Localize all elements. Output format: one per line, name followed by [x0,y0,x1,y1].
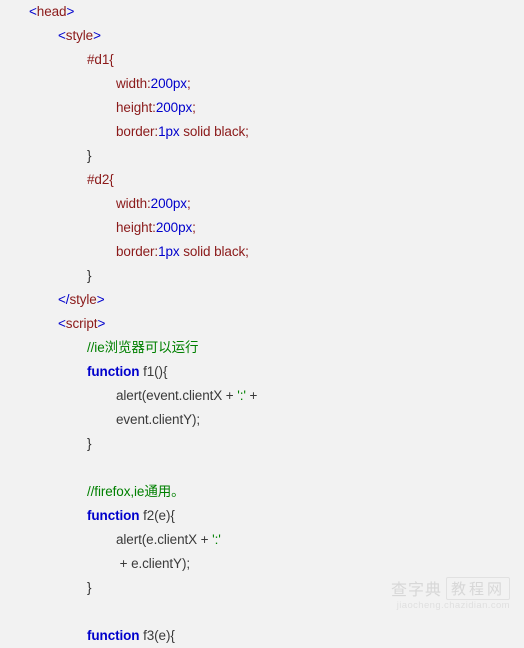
code-token-tag: script [65,316,98,331]
code-line: <head> [0,0,524,24]
code-token-plain: + e.clientY); [116,556,191,571]
code-token-tag: style [69,292,97,307]
code-token-keyword: function [87,364,140,379]
code-token-plain: event.clientY); [116,412,201,427]
code-token-punct: > [97,316,106,331]
code-token-string: ':' [237,388,246,403]
code-token-value: 200px [155,100,193,115]
code-token-brace: } [87,148,92,163]
code-token-value: 200px [150,76,187,91]
code-listing: <head> <style> #d1{width:200px; height:200p… [0,0,524,643]
code-token-comment: //firefox,ie通用。 [87,484,185,499]
code-token-plain: f2(e){ [139,508,175,523]
code-token-value: 200px [150,196,187,211]
code-line: + e.clientY); [0,552,524,576]
code-line: function f2(e){ [0,504,524,528]
code-token-punct: < [58,28,66,43]
code-token-prop: width: [116,76,151,91]
code-token-brace: } [87,268,92,283]
code-line: //ie浏览器可以运行 [0,336,524,360]
code-token-value: 1px [158,124,180,139]
code-token-value: 1px [158,244,180,259]
code-token-prop: ; [186,76,191,91]
code-token-punct: < [58,316,66,331]
code-token-brace: } [87,580,92,595]
code-token-brace: } [87,436,92,451]
code-token-punct: > [93,28,101,43]
code-line: width:200px; [0,72,524,96]
code-token-value: 200px [155,220,193,235]
code-token-punct: > [96,292,105,307]
code-token-prop: ; [186,196,191,211]
code-line: } [0,144,524,168]
code-line: alert(event.clientX + ':' + [0,384,524,408]
code-line: //firefox,ie通用。 [0,480,524,504]
code-line: } [0,432,524,456]
code-line: } [0,576,524,600]
code-lines-container: <head> <style> #d1{width:200px; height:200p… [0,0,524,648]
code-token-plain: + [245,388,258,403]
code-line: border:1px solid black; [0,120,524,144]
code-line: #d2{ [0,168,524,192]
code-token-prop: height: [116,220,156,235]
code-token-keyword: function [87,508,140,523]
code-token-selector: #d1{ [87,52,114,67]
code-line: height:200px; [0,96,524,120]
code-line: border:1px solid black; [0,240,524,264]
code-line: <style> [0,24,524,48]
code-token-prop: height: [116,100,156,115]
code-token-keyword: function [87,628,140,643]
code-token-prop: border: [116,244,159,259]
code-token-string: ':' [212,532,221,547]
code-token-plain: alert(e.clientX + [116,532,213,547]
code-line: </style> [0,288,524,312]
code-line: event.clientY); [0,408,524,432]
code-token-prop: solid black; [179,124,249,139]
code-line: <script> [0,312,524,336]
code-token-tag: head [36,4,67,19]
code-token-comment: //ie浏览器可以运行 [87,340,199,355]
code-line: function f3(e){ [0,624,524,648]
code-token-plain: f3(e){ [139,628,175,643]
code-token-tag: style [65,28,94,43]
code-token-prop: width: [116,196,151,211]
code-token-punct: > [66,4,75,19]
code-line: alert(e.clientX + ':' [0,528,524,552]
code-line: function f1(){ [0,360,524,384]
code-token-prop: ; [192,220,196,235]
code-token-prop: border: [116,124,159,139]
code-line: width:200px; [0,192,524,216]
code-line: #d1{ [0,48,524,72]
code-token-plain: alert(event.clientX + [116,388,238,403]
code-line: height:200px; [0,216,524,240]
code-token-prop: ; [192,100,196,115]
code-token-punct: < [29,4,37,19]
code-token-prop: solid black; [179,244,249,259]
code-line: } [0,264,524,288]
code-token-punct: </ [58,292,70,307]
code-token-plain: f1(){ [139,364,168,379]
code-token-selector: #d2{ [87,172,114,187]
